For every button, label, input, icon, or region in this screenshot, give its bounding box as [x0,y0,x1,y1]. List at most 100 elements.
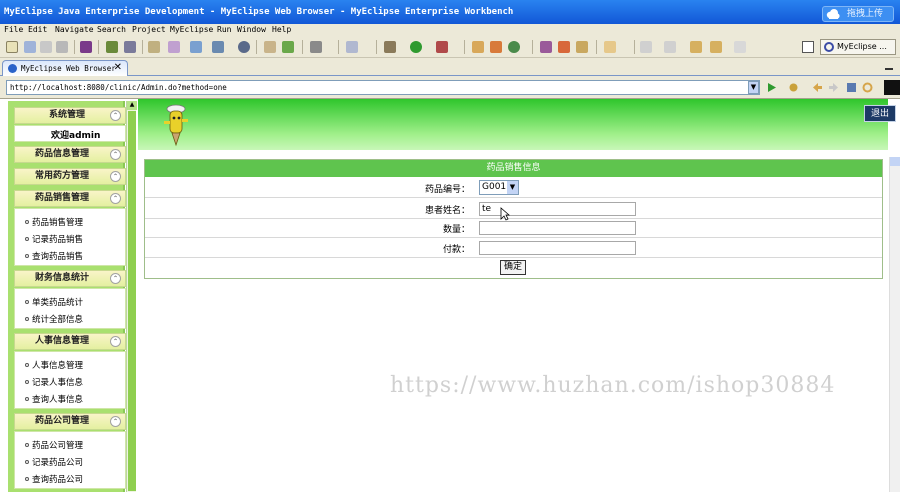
bullet-icon [25,397,29,401]
sidebar-item-label: 人事信息管理 [32,361,84,371]
sidebar-item-record-company[interactable]: 记录药品公司 [25,456,83,468]
forward-arrow-icon[interactable] [828,82,839,93]
perspective-switcher[interactable]: MyEclipse ... [820,39,896,55]
url-input[interactable]: http://localhost:8080/clinic/Admin.do?me… [6,80,760,95]
upload-button[interactable]: 拖拽上传 [822,6,894,22]
wizard-icon[interactable] [148,41,160,53]
save-icon[interactable] [24,41,36,53]
sidebar-item-record-sales[interactable]: 记录药品销售 [25,233,83,245]
collapse-icon[interactable]: ⌃ [110,110,121,121]
sidebar-section-sales[interactable]: 药品销售管理 ⌃ [14,190,126,207]
run-icon[interactable] [410,41,422,53]
scroll-up-icon[interactable]: ▲ [127,101,137,110]
refresh-page-icon[interactable] [862,82,873,93]
quantity-input[interactable] [479,221,636,235]
sidebar-item-label: 查询药品销售 [32,252,84,262]
menu-help[interactable]: Help [272,25,291,34]
browser-settings-icon[interactable] [788,82,799,93]
external-tools-icon[interactable] [436,41,448,53]
sidebar-section-finance[interactable]: 财务信息统计 ⌃ [14,270,126,287]
back-icon[interactable] [710,41,722,53]
print-icon[interactable] [40,41,52,53]
prev-annotation-icon[interactable] [664,41,676,53]
submit-button[interactable]: 确定 [500,260,526,275]
sidebar-item-query-company[interactable]: 查询药品公司 [25,473,83,485]
refresh-icon[interactable] [282,41,294,53]
web-icon[interactable] [168,41,180,53]
collapse-icon[interactable]: ⌃ [110,273,121,284]
sidebar-item-sales-manage[interactable]: 药品销售管理 [25,216,83,228]
url-dropdown-icon[interactable]: ▼ [748,81,759,94]
forward-icon[interactable] [734,41,746,53]
sidebar-section-body: 人事信息管理 记录人事信息 查询人事信息 [14,351,126,409]
folder-icon[interactable] [576,41,588,53]
server-icon[interactable] [106,41,118,53]
payment-label: 付款： [442,245,470,255]
sidebar-item-single-stats[interactable]: 单类药品统计 [25,296,83,308]
deploy-icon[interactable] [80,41,92,53]
sidebar-section-system[interactable]: 系统管理 ⌃ [14,107,126,124]
sidebar-item-personnel-manage[interactable]: 人事信息管理 [25,359,83,371]
toolbar-separator [376,40,377,54]
search-icon[interactable] [508,41,520,53]
sidebar-scrollbar[interactable]: ▲ [126,101,137,492]
sidebar-item-record-personnel[interactable]: 记录人事信息 [25,376,83,388]
sidebar-section-personnel[interactable]: 人事信息管理 ⌃ [14,333,126,350]
sidebar-item-query-personnel[interactable]: 查询人事信息 [25,393,83,405]
menu-navigate[interactable]: Navigate [55,25,94,34]
jsp-icon[interactable] [190,41,202,53]
menu-file[interactable]: File [4,25,23,34]
scrollbar-thumb[interactable] [128,111,136,491]
collapse-icon[interactable]: ⌃ [110,171,121,182]
sidebar-section-drug-info[interactable]: 药品信息管理 ⌃ [14,146,126,163]
task-icon[interactable] [540,41,552,53]
open-icon[interactable] [264,41,276,53]
header-banner [138,99,888,150]
pen-icon[interactable] [558,41,570,53]
last-edit-icon[interactable] [690,41,702,53]
sales-form: 药品销售信息 药品编号： G001 ▼ 患者姓名： te 数量： 付款： 确定 [144,159,883,279]
sidebar-section-title: 药品信息管理 [35,149,90,159]
back-arrow-icon[interactable] [812,82,823,93]
database-icon[interactable] [124,41,136,53]
xml-icon[interactable] [212,41,224,53]
page-scrollbar[interactable] [889,157,900,492]
collapse-icon[interactable]: ⌃ [110,149,121,160]
sidebar-item-query-sales[interactable]: 查询药品销售 [25,250,83,262]
payment-input[interactable] [479,241,636,255]
package-icon[interactable] [472,41,484,53]
drug-code-select[interactable]: G001 ▼ [479,180,519,195]
exit-button[interactable]: 退出 [864,105,896,122]
bullet-icon [25,460,29,464]
new-icon[interactable] [6,41,18,53]
sidebar-item-company-manage[interactable]: 药品公司管理 [25,439,83,451]
class-icon[interactable] [490,41,502,53]
mascot-logo [164,104,188,147]
sidebar-section-company[interactable]: 药品公司管理 ⌃ [14,413,126,430]
debug-icon[interactable] [384,41,396,53]
menu-window[interactable]: Window [237,25,266,34]
menu-run[interactable]: Run [217,25,231,34]
close-icon[interactable]: ✕ [114,62,122,73]
new-class-icon[interactable] [346,41,358,53]
go-icon[interactable] [766,82,777,93]
menu-project[interactable]: Project [132,25,166,34]
tab-web-browser[interactable]: MyEclipse Web Browser ✕ [2,60,128,76]
stop-icon[interactable] [846,82,857,93]
menu-search[interactable]: Search [97,25,126,34]
next-annotation-icon[interactable] [640,41,652,53]
open-folder-icon[interactable] [604,41,616,53]
minimize-icon[interactable] [884,62,894,72]
sidebar-item-all-stats[interactable]: 统计全部信息 [25,313,83,325]
globe-icon[interactable] [238,41,250,53]
sidebar-section-prescriptions[interactable]: 常用药方管理 ⌃ [14,168,126,185]
collapse-icon[interactable]: ⌃ [110,336,121,347]
open-perspective-icon[interactable] [802,41,814,53]
scroll-up-icon[interactable] [890,157,900,166]
collapse-icon[interactable]: ⌃ [110,193,121,204]
collapse-icon[interactable]: ⌃ [110,416,121,427]
monitor-icon[interactable] [310,41,322,53]
menu-myeclipse[interactable]: MyEclipse [170,25,213,34]
save-all-icon[interactable] [56,41,68,53]
menu-edit[interactable]: Edit [28,25,47,34]
